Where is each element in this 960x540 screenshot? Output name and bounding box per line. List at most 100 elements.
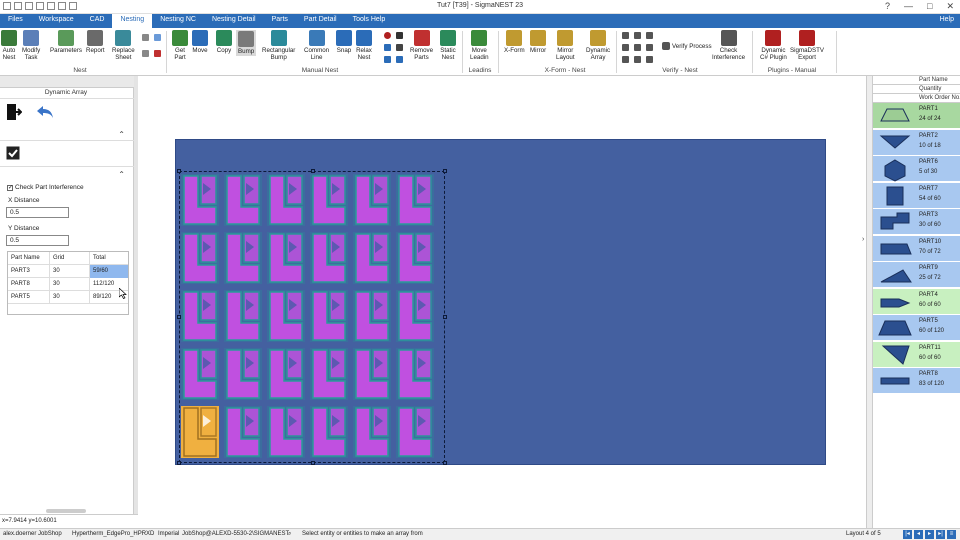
nested-part[interactable] bbox=[309, 173, 349, 227]
parts-list-item[interactable]: PART5 60 of 120 bbox=[873, 315, 960, 341]
small-tool-icon[interactable] bbox=[154, 34, 161, 41]
nested-part[interactable] bbox=[309, 231, 349, 285]
small-tool-icon[interactable] bbox=[622, 32, 629, 39]
small-tool-icon[interactable] bbox=[622, 56, 629, 63]
column-header[interactable]: Work Order No. bbox=[873, 94, 960, 103]
nested-part[interactable] bbox=[266, 173, 306, 227]
parts-list-item[interactable]: PART8 83 of 120 bbox=[873, 368, 960, 394]
common-line-button[interactable]: Common Line bbox=[304, 30, 329, 61]
small-tool-icon[interactable] bbox=[646, 56, 653, 63]
small-tool-icon[interactable] bbox=[396, 32, 403, 39]
small-tool-icon[interactable] bbox=[154, 50, 161, 57]
nested-part[interactable] bbox=[352, 347, 392, 401]
nested-part[interactable] bbox=[352, 289, 392, 343]
nested-part[interactable] bbox=[395, 173, 435, 227]
nested-part[interactable] bbox=[223, 173, 263, 227]
nested-part[interactable] bbox=[223, 231, 263, 285]
menu-files[interactable]: Files bbox=[0, 14, 31, 28]
nested-part[interactable] bbox=[223, 347, 263, 401]
nested-part[interactable] bbox=[395, 347, 435, 401]
parts-list-item[interactable]: PART6 5 of 30 bbox=[873, 156, 960, 182]
small-tool-icon[interactable] bbox=[142, 34, 149, 41]
nested-part[interactable] bbox=[352, 231, 392, 285]
undo-icon[interactable] bbox=[36, 105, 54, 119]
dynamic-csharp-plugin-button[interactable]: Dynamic C# Plugin bbox=[760, 30, 787, 61]
accept-checkbox-icon[interactable] bbox=[6, 146, 20, 160]
parts-list-item[interactable]: PART1 24 of 24 bbox=[873, 103, 960, 129]
x-distance-input[interactable]: 0.5 bbox=[6, 207, 69, 218]
relax-nest-button[interactable]: Relax Nest bbox=[356, 30, 372, 61]
nested-part[interactable] bbox=[180, 173, 220, 227]
nested-part[interactable] bbox=[266, 231, 306, 285]
replace-sheet-button[interactable]: Replace Sheet bbox=[112, 30, 135, 61]
rectangular-bump-button[interactable]: Rectangular Bump bbox=[262, 30, 295, 61]
small-tool-icon[interactable] bbox=[646, 32, 653, 39]
nested-part[interactable] bbox=[395, 405, 435, 459]
menu-nesting-detail[interactable]: Nesting Detail bbox=[204, 14, 264, 28]
parts-list-item[interactable]: PART10 70 of 72 bbox=[873, 235, 960, 262]
minimize-button[interactable]: — bbox=[904, 1, 913, 12]
nested-part[interactable] bbox=[266, 405, 306, 459]
nested-part[interactable] bbox=[309, 289, 349, 343]
move-button[interactable]: Move bbox=[192, 30, 208, 54]
small-tool-icon[interactable] bbox=[634, 44, 641, 51]
nested-part[interactable] bbox=[180, 289, 220, 343]
panel-tab-strip[interactable] bbox=[0, 76, 138, 88]
auto-nest-button[interactable]: Auto Nest bbox=[1, 30, 17, 61]
parts-list-item[interactable]: PART3 30 of 60 bbox=[873, 209, 960, 235]
parts-list-item[interactable]: PART7 54 of 60 bbox=[873, 182, 960, 209]
nested-part[interactable] bbox=[180, 231, 220, 285]
pin-icon[interactable] bbox=[384, 32, 391, 39]
column-header[interactable]: Quantity bbox=[873, 85, 960, 94]
nest-sheet[interactable] bbox=[175, 139, 826, 465]
nest-canvas[interactable]: › bbox=[138, 76, 866, 528]
parts-list-item[interactable]: PART2 10 of 18 bbox=[873, 129, 960, 156]
nested-part[interactable] bbox=[223, 405, 263, 459]
menu-help[interactable]: Help bbox=[940, 16, 954, 23]
small-tool-icon[interactable] bbox=[634, 56, 641, 63]
last-layout-button[interactable]: ▸| bbox=[936, 530, 945, 539]
chevron-up-icon[interactable]: ⌃ bbox=[118, 170, 125, 179]
snap-button[interactable]: Snap bbox=[336, 30, 352, 54]
sigmadstv-export-button[interactable]: SigmaDSTV Export bbox=[790, 30, 824, 61]
nested-part[interactable] bbox=[309, 405, 349, 459]
panel-scrollbar[interactable] bbox=[46, 509, 86, 513]
table-row[interactable]: PART8 30 112/120 bbox=[8, 277, 128, 291]
dynamic-array-button[interactable]: Dynamic Array bbox=[586, 30, 610, 61]
menu-tools-help[interactable]: Tools Help bbox=[345, 14, 394, 28]
layout-menu-button[interactable]: ≡ bbox=[947, 530, 956, 539]
chevron-right-icon[interactable]: › bbox=[862, 236, 864, 243]
parts-list-item[interactable]: PART11 60 of 60 bbox=[873, 341, 960, 368]
parts-list-item[interactable]: PART9 25 of 72 bbox=[873, 262, 960, 288]
menu-nesting-nc[interactable]: Nesting NC bbox=[152, 14, 204, 28]
nested-part[interactable] bbox=[352, 173, 392, 227]
column-header[interactable]: Grid bbox=[50, 251, 90, 265]
nested-part[interactable] bbox=[266, 347, 306, 401]
small-tool-icon[interactable] bbox=[384, 44, 391, 51]
menu-workspace[interactable]: Workspace bbox=[31, 14, 82, 28]
menu-part-detail[interactable]: Part Detail bbox=[296, 14, 345, 28]
modify-task-button[interactable]: Modify Task bbox=[22, 30, 40, 61]
remove-parts-button[interactable]: Remove Parts bbox=[410, 30, 433, 61]
small-tool-icon[interactable] bbox=[396, 56, 403, 63]
exit-icon[interactable] bbox=[6, 103, 22, 121]
static-nest-button[interactable]: Static Nest bbox=[440, 30, 456, 61]
first-layout-button[interactable]: |◂ bbox=[903, 530, 912, 539]
selection-handle[interactable] bbox=[443, 315, 447, 319]
table-row[interactable]: PART3 30 59/60 bbox=[8, 264, 128, 278]
help-icon[interactable]: ? bbox=[885, 1, 890, 12]
copy-button[interactable]: Copy bbox=[216, 30, 232, 54]
nested-part[interactable] bbox=[352, 405, 392, 459]
y-distance-input[interactable]: 0.5 bbox=[6, 235, 69, 246]
selection-handle[interactable] bbox=[443, 169, 447, 173]
column-header[interactable]: Part Name bbox=[8, 251, 50, 265]
get-part-button[interactable]: Get Part bbox=[172, 30, 188, 61]
maximize-button[interactable]: □ bbox=[927, 1, 932, 12]
small-tool-icon[interactable] bbox=[622, 44, 629, 51]
chevron-up-icon[interactable]: ⌃ bbox=[118, 130, 125, 139]
small-tool-icon[interactable] bbox=[396, 44, 403, 51]
move-leadin-button[interactable]: Move Leadin bbox=[470, 30, 489, 61]
previous-layout-button[interactable]: ◂ bbox=[914, 530, 923, 539]
selection-handle[interactable] bbox=[443, 461, 447, 465]
mirror-button[interactable]: Mirror bbox=[530, 30, 546, 54]
